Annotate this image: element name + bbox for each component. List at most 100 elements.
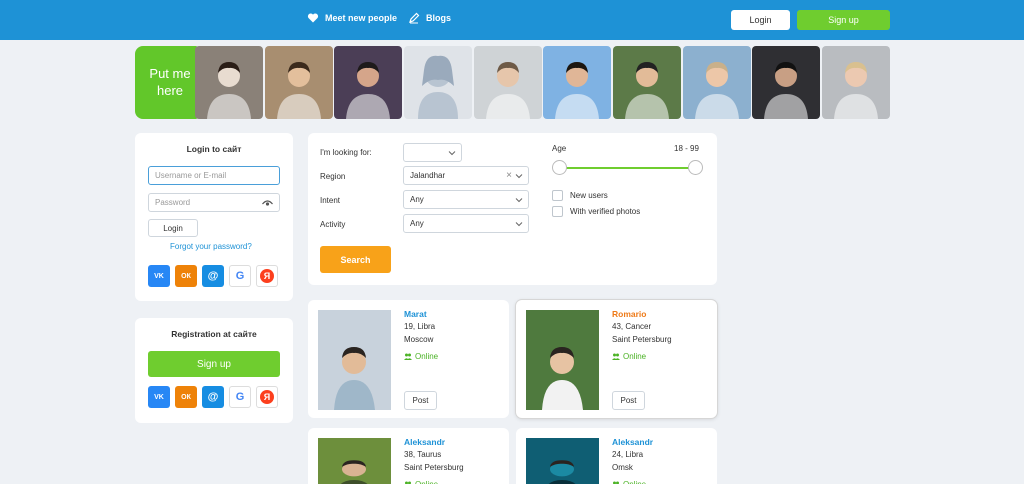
post-button[interactable]: Post [404,391,437,410]
verified-photos-checkbox[interactable] [552,206,563,217]
username-placeholder: Username or E-mail [155,171,227,180]
online-status: Online [404,480,438,484]
profile-age-sign: 38, Taurus [404,450,442,459]
header-signup-button[interactable]: Sign up [797,10,890,30]
login-ok-icon[interactable]: ОК [175,265,197,287]
registration-google-icon[interactable]: G [229,386,251,408]
looking-for-label: I'm looking for: [320,148,372,157]
search-button[interactable]: Search [320,246,391,273]
registration-yandex-icon[interactable]: Я [256,386,278,408]
profile-city: Omsk [612,463,633,472]
profile-name[interactable]: Aleksandr [612,437,653,447]
intent-label: Intent [320,196,341,205]
profile-photo[interactable] [526,310,599,410]
online-label: Online [415,480,438,484]
age-label: Age [552,144,567,153]
registration-card: Registration at сайте Sign up VK ОК @ G Я [135,318,293,423]
online-label: Online [415,352,439,361]
login-yandex-icon[interactable]: Я [256,265,278,287]
intent-value: Any [410,195,424,204]
username-input[interactable]: Username or E-mail [148,166,280,185]
profile-age-sign: 19, Libra [404,322,436,331]
verified-photos-label: With verified photos [570,207,641,216]
chevron-down-icon [448,151,456,156]
profile-city: Saint Petersburg [612,335,672,344]
region-select[interactable]: Jalandhar × [403,166,529,185]
profile-name[interactable]: Aleksandr [404,437,445,447]
online-label: Online [623,352,647,361]
login-vk-icon[interactable]: VK [148,265,170,287]
activity-select[interactable]: Any [403,214,529,233]
activity-value: Any [410,219,424,228]
age-max-handle[interactable] [688,160,703,175]
profile-photo[interactable] [318,438,391,484]
registration-mail-icon[interactable]: @ [202,386,224,408]
chevron-down-icon [515,222,523,227]
member-thumbnail[interactable] [683,46,751,119]
member-thumbnail[interactable] [334,46,402,119]
member-thumbnail[interactable] [265,46,333,119]
registration-card-title: Registration at сайте [171,329,257,339]
header-login-button[interactable]: Login [731,10,790,30]
registration-ok-icon[interactable]: ОК [175,386,197,408]
profile-age-sign: 24, Libra [612,450,644,459]
chevron-down-icon [515,198,523,203]
member-thumbnail[interactable] [474,46,542,119]
profile-city: Saint Petersburg [404,463,464,472]
online-status: Online [404,352,438,361]
clear-region-icon[interactable]: × [506,170,512,181]
users-icon [404,353,412,360]
login-card: Login to сайт Username or E-mail Passwor… [135,133,293,301]
login-card-title: Login to сайт [186,144,242,154]
search-filter-card: I'm looking for: Region Jalandhar × Inte… [308,133,717,285]
profile-name[interactable]: Romario [612,309,646,319]
profile-age-sign: 43, Cancer [612,322,652,331]
member-thumbnail[interactable] [543,46,611,119]
post-button[interactable]: Post [612,391,645,410]
registration-signup-button[interactable]: Sign up [148,351,280,377]
nav-blogs-label: Blogs [426,13,452,23]
member-thumbnail[interactable] [822,46,890,119]
nav-meet-new-people[interactable]: Meet new people [307,12,397,24]
age-min-handle[interactable] [552,160,567,175]
new-users-checkbox[interactable] [552,190,563,201]
password-input[interactable]: Password [148,193,280,212]
login-google-icon[interactable]: G [229,265,251,287]
profile-city: Moscow [404,335,434,344]
member-thumbnail[interactable] [613,46,681,119]
online-label: Online [623,480,646,484]
chevron-down-icon [515,174,523,179]
online-status: Online [612,480,646,484]
show-password-eye-icon[interactable] [262,199,273,207]
region-value: Jalandhar [410,171,446,180]
profile-card[interactable]: Marat 19, Libra Moscow Online Post [308,300,509,418]
heart-icon [307,13,319,23]
online-status: Online [612,352,646,361]
nav-blogs[interactable]: Blogs [408,12,451,24]
region-label: Region [320,172,346,181]
password-placeholder: Password [155,198,191,207]
intent-select[interactable]: Any [403,190,529,209]
login-mail-icon[interactable]: @ [202,265,224,287]
profile-card[interactable]: Aleksandr 38, Taurus Saint Petersburg Onlin… [308,428,509,484]
profile-name[interactable]: Marat [404,309,427,319]
nav-meet-new-people-label: Meet new people [325,13,398,23]
profile-photo[interactable] [318,310,391,410]
forgot-password-link[interactable]: Forgot your password? [170,242,252,251]
profile-photo[interactable] [526,438,599,484]
login-submit-button[interactable]: Login [148,219,198,237]
member-thumbnail[interactable] [404,46,472,119]
top-navigation-bar: Meet new people Blogs Login Sign up [0,0,1024,40]
activity-label: Activity [320,220,346,229]
age-range-value: 18 - 99 [674,144,699,153]
profile-card[interactable]: Aleksandr 24, Libra Omsk Online [516,428,717,484]
looking-for-select[interactable] [403,143,462,162]
users-icon [612,353,620,360]
profile-card[interactable]: Romario 43, Cancer Saint Petersburg Online P… [516,300,717,418]
member-thumbnail[interactable] [752,46,820,119]
member-thumbnail[interactable] [195,46,263,119]
new-users-label: New users [570,191,608,200]
age-slider-track[interactable] [560,167,696,169]
pencil-icon [409,12,420,24]
registration-vk-icon[interactable]: VK [148,386,170,408]
